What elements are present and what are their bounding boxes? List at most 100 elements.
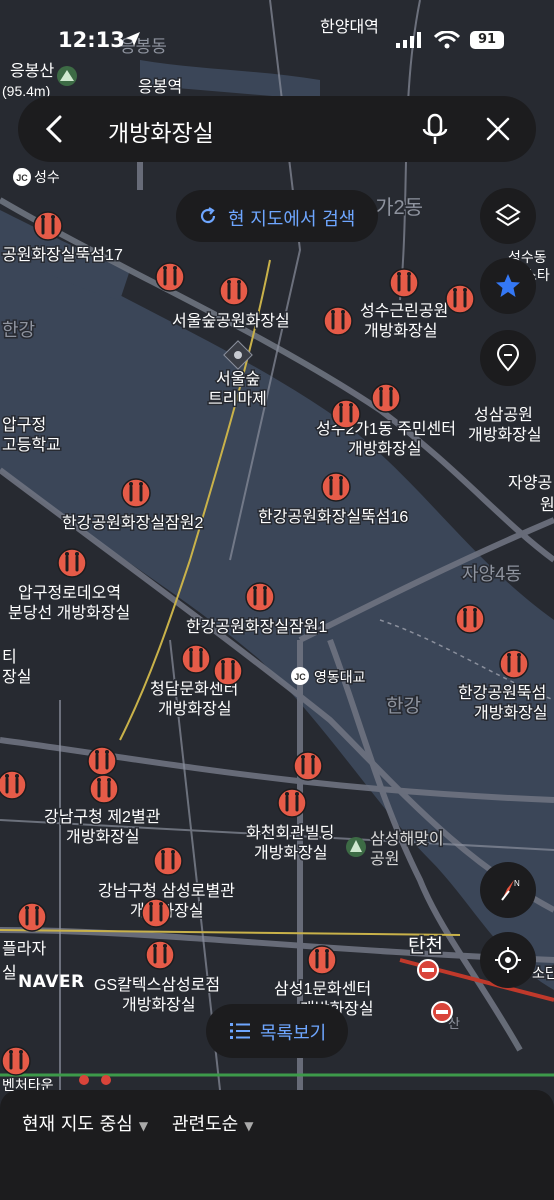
toilet-pin[interactable] (1, 1046, 31, 1076)
layers-button[interactable] (480, 188, 536, 244)
favorites-button[interactable] (480, 258, 536, 314)
map-pin-icon (496, 344, 520, 372)
svg-text:N: N (514, 879, 520, 888)
map-label: 트리마제 (208, 390, 267, 408)
map-label: 한강공원뚝섬 (458, 684, 546, 702)
toilet-pin[interactable] (155, 262, 185, 292)
map-label: 개방화장실 (474, 704, 548, 722)
bottom-sheet: 현재 지도 중심 ▼ 관련도순 ▼ (0, 1090, 554, 1200)
research-here-button[interactable]: 현 지도에서 검색 (176, 190, 378, 242)
station-marker (417, 959, 439, 981)
toilet-pin[interactable] (499, 649, 529, 679)
map-label: 자양4동 (462, 564, 522, 584)
map-label: 서울숲공원화장실 (172, 312, 290, 330)
map-label: 개방화장실 (468, 426, 542, 444)
compass-icon: N (501, 879, 520, 901)
jc-marker: JC (291, 667, 309, 685)
map-label: 압구정 (2, 416, 46, 434)
station-marker (431, 1001, 453, 1023)
map-label: 분당선 개방화장실 (8, 604, 130, 622)
map-label: 개방화장실 (364, 322, 438, 340)
map-label: 장실 (2, 668, 31, 686)
toilet-pin[interactable] (153, 846, 183, 876)
toilet-pin[interactable] (87, 746, 117, 776)
toilet-pin[interactable] (0, 770, 27, 800)
toilet-pin[interactable] (277, 788, 307, 818)
back-arrow-icon[interactable] (40, 113, 70, 149)
svg-text:JC: JC (294, 672, 306, 682)
toilet-pin[interactable] (89, 774, 119, 804)
list-view-label: 목록보기 (260, 1023, 327, 1044)
map-label: 성삼공원 (474, 406, 533, 424)
research-label: 현 지도에서 검색 (228, 209, 356, 230)
cellular-signal-icon (396, 32, 424, 52)
toilet-pin[interactable] (141, 898, 171, 928)
toilet-pin[interactable] (321, 472, 351, 502)
location-arrow-icon (124, 30, 142, 52)
map-label: 한강 (2, 320, 35, 340)
toilet-pin[interactable] (245, 582, 275, 612)
map-label: 화천회관빌딩 (246, 824, 334, 842)
status-bar: 12:13 91 (0, 0, 554, 70)
map-label: 한강공원화장실잠원1 (186, 618, 327, 636)
map-label: 응봉역 (138, 78, 182, 96)
compass-button[interactable]: N (480, 862, 536, 918)
map-label: 삼성1문화센터 (274, 980, 371, 998)
wifi-icon (433, 30, 461, 53)
toilet-pin[interactable] (323, 306, 353, 336)
map-label: 개방화장실 (158, 700, 232, 718)
toilet-pin[interactable] (213, 656, 243, 686)
close-icon[interactable] (484, 115, 512, 147)
map-label: 성수 (34, 169, 60, 185)
status-time: 12:13 (58, 28, 125, 52)
map-label: 강남구청 제2별관 (44, 808, 161, 826)
crosshair-icon (495, 947, 521, 973)
map-label: 영동대교 (314, 669, 366, 685)
sort-dropdown[interactable]: 관련도순 ▼ (172, 1110, 253, 1136)
toilet-pin[interactable] (293, 751, 323, 781)
toilet-pin[interactable] (445, 284, 475, 314)
toilet-pin[interactable] (33, 211, 63, 241)
map-label: 공원 (370, 850, 399, 868)
map-label: 공원화장실뚝섬17 (2, 246, 123, 264)
list-icon (230, 1022, 250, 1044)
list-view-button[interactable]: 목록보기 (206, 1004, 348, 1058)
map-label: 한강공원화장실뚝섬16 (258, 508, 408, 526)
map-label: 고등학교 (2, 436, 61, 454)
battery-indicator: 91 (470, 31, 504, 49)
toilet-pin[interactable] (219, 276, 249, 306)
map-label: 자양공 (508, 474, 552, 492)
map-label: 개방화장실 (66, 828, 140, 846)
toilet-pin[interactable] (181, 644, 211, 674)
map-label: 개방화장실 (122, 996, 196, 1014)
place-pin-button[interactable] (480, 330, 536, 386)
layers-icon (495, 203, 521, 227)
jc-marker: JC (13, 168, 31, 186)
map-label: 삼성해맞이 (370, 830, 444, 848)
map-label: 소단 (532, 965, 554, 981)
map-label: 강남구청 삼성로별관 (98, 882, 235, 900)
location-filter-dropdown[interactable]: 현재 지도 중심 ▼ (22, 1110, 148, 1136)
toilet-pin[interactable] (371, 383, 401, 413)
refresh-icon (198, 206, 218, 230)
toilet-pin[interactable] (57, 548, 87, 578)
star-icon (496, 274, 520, 297)
map-label: 성수근린공원 (360, 302, 448, 320)
map-label: 원 (540, 496, 554, 514)
toilet-pin[interactable] (307, 945, 337, 975)
park-icon (346, 837, 366, 857)
toilet-pin[interactable] (331, 399, 361, 429)
microphone-icon[interactable] (420, 113, 450, 151)
map-label: 실 (2, 964, 17, 982)
svg-text:JC: JC (16, 173, 28, 183)
current-location-button[interactable] (480, 932, 536, 988)
toilet-pin[interactable] (17, 902, 47, 932)
toilet-pin[interactable] (455, 604, 485, 634)
toilet-pin[interactable] (389, 268, 419, 298)
toilet-pin[interactable] (121, 478, 151, 508)
toilet-pin[interactable] (145, 940, 175, 970)
location-filter-label: 현재 지도 중심 (22, 1114, 133, 1135)
map-label: 개방화장실 (348, 440, 422, 458)
search-bar[interactable]: 개방화장실 (18, 96, 536, 162)
search-input[interactable]: 개방화장실 (108, 114, 214, 148)
